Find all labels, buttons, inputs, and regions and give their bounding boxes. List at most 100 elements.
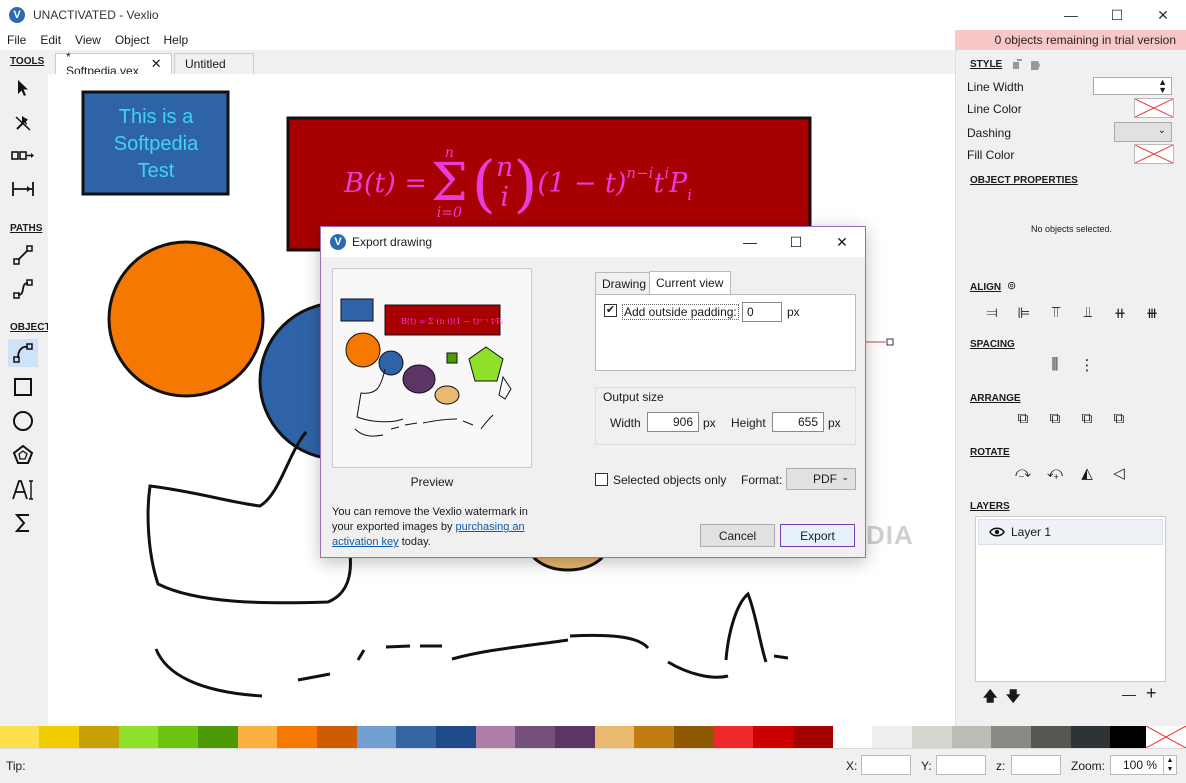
menu-view[interactable]: View xyxy=(68,33,108,47)
palette-swatch[interactable] xyxy=(595,726,634,748)
menu-file[interactable]: File xyxy=(0,33,33,47)
palette-swatch[interactable] xyxy=(674,726,714,748)
cancel-button[interactable]: Cancel xyxy=(700,524,775,547)
tab-softpedia[interactable]: * Softpedia.vex ✕ xyxy=(55,50,172,78)
y-field[interactable] xyxy=(936,755,986,775)
line-width-field[interactable]: ▲ ▼ xyxy=(1093,77,1172,95)
ellipse-tool-icon[interactable] xyxy=(8,407,38,435)
palette-swatch[interactable] xyxy=(555,726,595,748)
selection-handle[interactable] xyxy=(886,338,894,346)
minimize-button[interactable]: — xyxy=(1048,0,1094,30)
bring-to-front-icon[interactable]: ⧉ xyxy=(1007,410,1039,427)
palette-swatch[interactable] xyxy=(79,726,119,748)
bring-forward-icon[interactable]: ⧉ xyxy=(1039,410,1071,427)
palette-swatch[interactable] xyxy=(436,726,476,748)
palette-swatch[interactable] xyxy=(396,726,436,748)
width-input[interactable]: 906 xyxy=(647,412,699,432)
polygon-tool-icon[interactable] xyxy=(8,441,38,469)
zoom-spinner[interactable]: ▲ ▼ xyxy=(1164,755,1177,775)
dialog-close-button[interactable]: ✕ xyxy=(819,227,865,257)
dimension-tool-icon[interactable] xyxy=(8,175,38,203)
flip-vertical-icon[interactable]: ◁ xyxy=(1103,464,1135,482)
palette-swatch[interactable] xyxy=(198,726,238,748)
equation-tool-icon[interactable] xyxy=(8,509,38,537)
tab-untitled[interactable]: Untitled xyxy=(174,53,254,74)
palette-swatch[interactable] xyxy=(158,726,198,748)
palette-swatch[interactable] xyxy=(912,726,952,748)
freehand-stroke[interactable] xyxy=(154,648,263,698)
freehand-tool-icon[interactable] xyxy=(8,339,38,367)
palette-swatch[interactable] xyxy=(991,726,1031,748)
node-edit-tool-icon[interactable] xyxy=(8,109,38,137)
select-tool-icon[interactable] xyxy=(8,74,38,102)
palette-swatch[interactable] xyxy=(793,726,833,748)
padding-checkbox[interactable]: ✔ xyxy=(604,304,617,317)
freehand-stroke-2[interactable] xyxy=(451,638,569,661)
rectangle-tool-icon[interactable] xyxy=(8,373,38,401)
dashing-dropdown[interactable]: ⌄ xyxy=(1114,122,1172,142)
freehand-stroke-3[interactable] xyxy=(569,633,650,650)
palette-swatch[interactable] xyxy=(833,726,872,748)
layer-up-icon[interactable]: 🡅 xyxy=(983,686,997,710)
menu-object[interactable]: Object xyxy=(108,33,157,47)
rotate-cw-icon[interactable]: ⤼ xyxy=(1007,464,1039,482)
orange-circle-shape[interactable] xyxy=(107,240,265,398)
menu-edit[interactable]: Edit xyxy=(33,33,68,47)
align-top-icon[interactable]: ⫪ xyxy=(1040,304,1072,322)
line-color-swatch[interactable] xyxy=(1134,98,1174,118)
flip-horizontal-icon[interactable]: ◭ xyxy=(1071,464,1103,482)
palette-swatch[interactable] xyxy=(39,726,79,748)
line-path-tool-icon[interactable] xyxy=(8,241,38,269)
selected-only-checkbox[interactable] xyxy=(595,473,608,486)
align-bottom-icon[interactable]: ⫫ xyxy=(1072,304,1104,322)
layer-down-icon[interactable]: 🡇 xyxy=(1006,686,1020,710)
rotate-ccw-icon[interactable]: ⤽ xyxy=(1039,464,1071,482)
palette-swatch[interactable] xyxy=(753,726,793,748)
palette-swatch[interactable] xyxy=(1031,726,1071,748)
text-tool-icon[interactable] xyxy=(8,476,38,504)
palette-swatch[interactable] xyxy=(1071,726,1110,748)
fill-color-swatch[interactable] xyxy=(1134,144,1174,164)
maximize-button[interactable]: ☐ xyxy=(1094,0,1140,30)
send-to-back-icon[interactable]: ⧉ xyxy=(1103,410,1135,427)
dashed-stroke[interactable] xyxy=(297,644,442,682)
palette-swatch[interactable] xyxy=(634,726,674,748)
dialog-minimize-button[interactable]: — xyxy=(727,227,773,257)
menu-help[interactable]: Help xyxy=(157,33,196,47)
style-copy-icon[interactable] xyxy=(1011,58,1045,72)
export-button[interactable]: Export xyxy=(780,524,855,547)
palette-swatch[interactable] xyxy=(952,726,991,748)
palette-swatch[interactable] xyxy=(872,726,912,748)
tab-drawing[interactable]: Drawing xyxy=(595,272,650,294)
z-field[interactable] xyxy=(1011,755,1061,775)
no-color-swatch[interactable] xyxy=(1145,725,1186,749)
space-horizontal-icon[interactable]: ⫼ xyxy=(1039,356,1071,374)
palette-swatch[interactable] xyxy=(714,726,753,748)
layer-item[interactable]: Layer 1 xyxy=(978,519,1163,545)
connector-tool-icon[interactable] xyxy=(8,142,38,170)
curve-path-tool-icon[interactable] xyxy=(8,275,38,303)
palette-swatch[interactable] xyxy=(317,726,357,748)
tab-current-view[interactable]: Current view xyxy=(649,271,731,294)
freehand-stroke-5[interactable] xyxy=(724,591,789,663)
palette-swatch[interactable] xyxy=(1110,726,1150,748)
dialog-maximize-button[interactable]: ☐ xyxy=(773,227,819,257)
align-reference-icon[interactable]: ⊚ xyxy=(1007,279,1016,292)
palette-swatch[interactable] xyxy=(515,726,555,748)
palette-swatch[interactable] xyxy=(357,726,396,748)
send-backward-icon[interactable]: ⧉ xyxy=(1071,410,1103,427)
palette-swatch[interactable] xyxy=(238,726,277,748)
tab-close-icon[interactable]: ✕ xyxy=(151,56,162,72)
close-button[interactable]: ✕ xyxy=(1140,0,1186,30)
height-input[interactable]: 655 xyxy=(772,412,824,432)
align-left-icon[interactable]: ⊫ xyxy=(1008,304,1040,322)
palette-swatch[interactable] xyxy=(277,726,317,748)
align-right-icon[interactable]: ⫤ xyxy=(976,304,1008,322)
padding-input[interactable]: 0 xyxy=(742,302,782,322)
align-center-vertical-icon[interactable]: ⧺ xyxy=(1104,304,1136,322)
add-layer-icon[interactable]: + xyxy=(1146,683,1157,704)
palette-swatch[interactable] xyxy=(0,726,39,748)
align-center-horizontal-icon[interactable]: ⧻ xyxy=(1136,304,1168,322)
palette-swatch[interactable] xyxy=(476,726,515,748)
remove-layer-icon[interactable]: — xyxy=(1122,686,1136,702)
